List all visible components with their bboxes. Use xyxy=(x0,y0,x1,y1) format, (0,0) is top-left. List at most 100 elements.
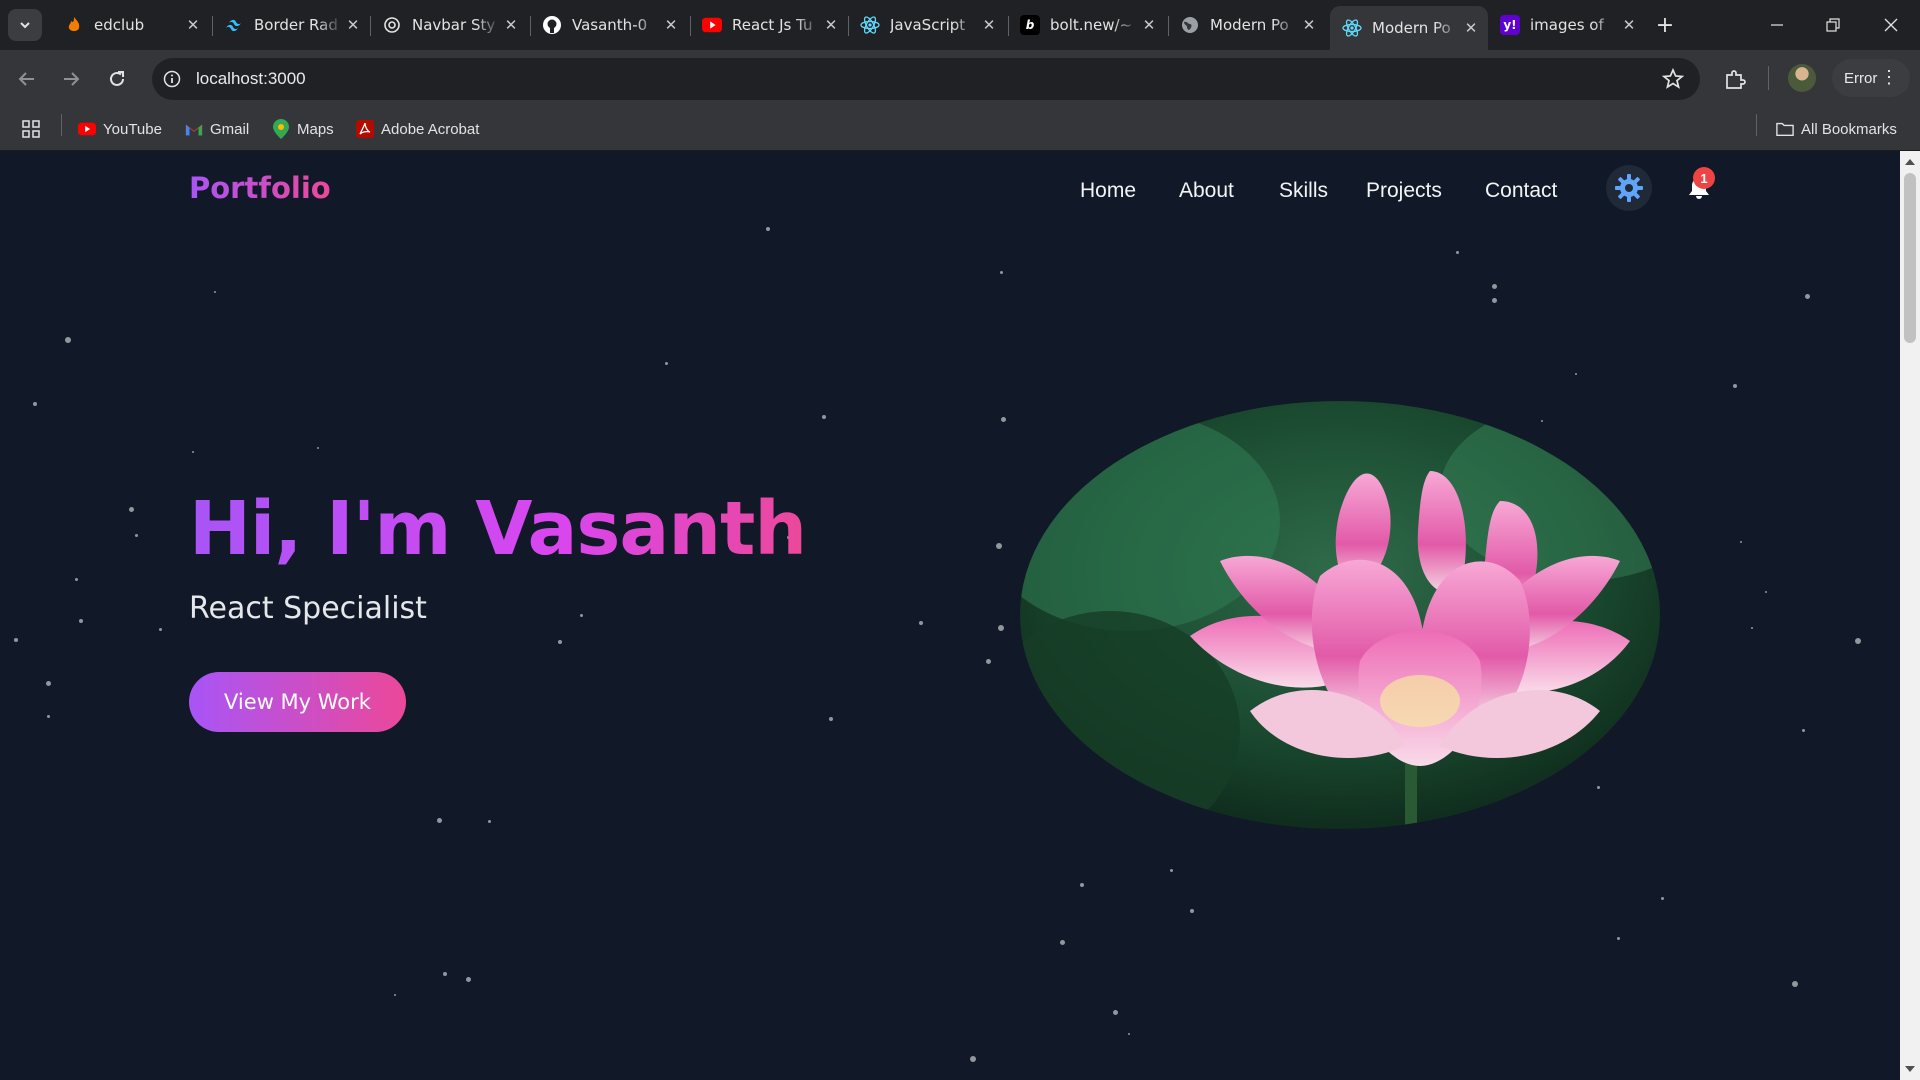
close-icon[interactable]: ✕ xyxy=(1140,16,1158,34)
close-icon[interactable]: ✕ xyxy=(184,16,202,34)
browser-tab[interactable]: y! images of ✕ xyxy=(1488,8,1646,42)
url-text[interactable]: localhost:3000 xyxy=(196,69,306,89)
scroll-up-arrow[interactable] xyxy=(1905,159,1915,165)
browser-tab[interactable]: edclub ✕ xyxy=(52,8,210,42)
star-particle xyxy=(1751,627,1753,629)
apps-grid-icon xyxy=(22,120,40,138)
star-particle xyxy=(1765,591,1767,593)
star-particle xyxy=(488,820,491,823)
restore-icon xyxy=(1826,18,1840,32)
all-bookmarks-button[interactable]: All Bookmarks xyxy=(1776,118,1897,140)
close-icon[interactable]: ✕ xyxy=(344,16,362,34)
close-icon[interactable]: ✕ xyxy=(1300,16,1318,34)
tab-search-button[interactable] xyxy=(8,9,42,41)
close-icon[interactable]: ✕ xyxy=(980,16,998,34)
star-particle xyxy=(437,818,442,823)
arrow-right-icon xyxy=(64,72,80,86)
star-particle xyxy=(14,638,18,642)
star-particle xyxy=(192,451,194,453)
star-particle xyxy=(665,362,668,365)
github-icon xyxy=(542,15,562,35)
nav-link-home[interactable]: Home xyxy=(1080,179,1136,203)
star-particle xyxy=(1080,883,1084,887)
bookmark-star-icon[interactable] xyxy=(1662,68,1684,90)
tailwind-icon xyxy=(224,15,244,35)
puzzle-icon xyxy=(1726,70,1746,89)
browser-tab[interactable]: Navbar Sty ✕ xyxy=(370,8,528,42)
view-my-work-button[interactable]: View My Work xyxy=(189,672,406,732)
close-icon[interactable]: ✕ xyxy=(502,16,520,34)
back-button[interactable] xyxy=(12,64,42,94)
bookmark-gmail[interactable]: Gmail xyxy=(185,118,249,140)
browser-tab[interactable]: React Js Tu ✕ xyxy=(690,8,848,42)
new-tab-button[interactable]: + xyxy=(1652,12,1678,38)
close-icon[interactable]: ✕ xyxy=(1462,19,1480,37)
bookmark-adobe-acrobat[interactable]: Adobe Acrobat xyxy=(356,118,479,140)
star-particle xyxy=(1855,638,1861,644)
bookmark-divider xyxy=(61,114,62,136)
reload-button[interactable] xyxy=(102,64,132,94)
toolbar-divider xyxy=(1768,66,1769,90)
site-info-icon[interactable] xyxy=(162,69,182,89)
scrollbar-thumb[interactable] xyxy=(1904,173,1916,343)
theme-toggle-button[interactable] xyxy=(1606,165,1652,211)
nav-link-skills[interactable]: Skills xyxy=(1279,179,1328,203)
globe-icon xyxy=(1180,15,1200,35)
browser-tab[interactable]: Modern Po ✕ xyxy=(1168,8,1326,42)
star-particle xyxy=(1128,1033,1130,1035)
close-icon xyxy=(1884,18,1898,32)
scroll-down-arrow[interactable] xyxy=(1905,1066,1915,1072)
browser-tab[interactable]: Vasanth-0 ✕ xyxy=(530,8,688,42)
bookmark-youtube[interactable]: YouTube xyxy=(78,118,162,140)
site-logo[interactable]: Portfolio xyxy=(189,171,331,205)
nav-link-about[interactable]: About xyxy=(1179,179,1234,203)
star-particle xyxy=(135,534,138,537)
openai-icon xyxy=(382,15,402,35)
star-particle xyxy=(159,628,162,631)
star-particle xyxy=(129,507,134,512)
apps-button[interactable] xyxy=(22,118,47,140)
address-bar[interactable]: localhost:3000 xyxy=(152,58,1700,100)
page-viewport: Portfolio Home About Skills Projects Con… xyxy=(0,151,1900,1080)
star-particle xyxy=(1597,786,1600,789)
close-icon[interactable]: ✕ xyxy=(1620,16,1638,34)
star-particle xyxy=(1661,897,1664,900)
star-particle xyxy=(970,1056,976,1062)
more-options-icon[interactable]: ⋮ xyxy=(1880,68,1898,86)
close-icon[interactable]: ✕ xyxy=(662,16,680,34)
close-window-button[interactable] xyxy=(1876,10,1906,40)
restore-button[interactable] xyxy=(1818,10,1848,40)
nav-link-projects[interactable]: Projects xyxy=(1366,179,1442,203)
chevron-down-icon xyxy=(20,22,30,29)
minimize-button[interactable] xyxy=(1762,10,1792,40)
star-particle xyxy=(1000,271,1003,274)
star-particle xyxy=(65,337,71,343)
star-particle xyxy=(1541,420,1543,422)
profile-error-chip[interactable]: Error ⋮ xyxy=(1832,59,1910,97)
star-particle xyxy=(998,625,1004,631)
extensions-button[interactable] xyxy=(1720,64,1750,94)
youtube-icon xyxy=(78,120,96,138)
page-scrollbar[interactable] xyxy=(1900,151,1920,1080)
browser-toolbar: localhost:3000 Error ⋮ xyxy=(0,50,1920,107)
notification-badge: 1 xyxy=(1693,167,1715,189)
star-particle xyxy=(75,578,78,581)
nav-link-contact[interactable]: Contact xyxy=(1485,179,1557,203)
browser-tab-active[interactable]: Modern Po ✕ xyxy=(1330,6,1488,50)
star-particle xyxy=(1492,298,1497,303)
close-icon[interactable]: ✕ xyxy=(822,16,840,34)
star-particle xyxy=(1170,869,1173,872)
star-particle xyxy=(822,415,826,419)
profile-status-text: Error xyxy=(1844,69,1878,87)
bolt-icon: b xyxy=(1020,15,1040,35)
forward-button[interactable] xyxy=(56,64,86,94)
profile-avatar[interactable] xyxy=(1788,64,1816,92)
bookmark-divider xyxy=(1756,114,1757,136)
bookmark-maps[interactable]: Maps xyxy=(272,118,334,140)
yahoo-icon: y! xyxy=(1500,15,1520,35)
folder-icon xyxy=(1776,120,1794,138)
browser-tab[interactable]: b bolt.new/~ ✕ xyxy=(1008,8,1166,42)
star-particle xyxy=(33,402,37,406)
browser-tab[interactable]: Border Rad ✕ xyxy=(212,8,370,42)
browser-tab[interactable]: JavaScript ✕ xyxy=(848,8,1006,42)
